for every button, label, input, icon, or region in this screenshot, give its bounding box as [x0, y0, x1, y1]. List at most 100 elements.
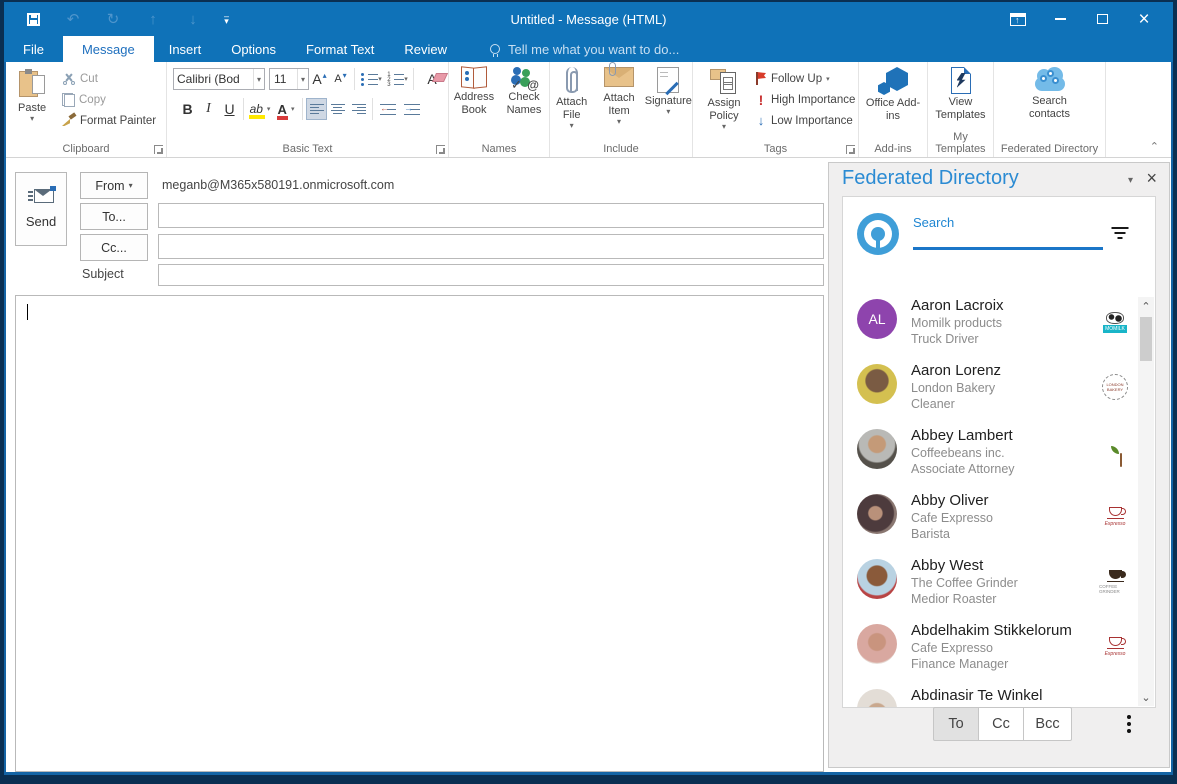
font-size-value: 11 — [270, 72, 286, 86]
clear-formatting-button[interactable]: A — [417, 68, 447, 90]
view-templates-button[interactable]: View Templates — [930, 62, 992, 136]
contact-job-title: Truck Driver — [911, 332, 979, 346]
tab-file[interactable]: File — [4, 36, 63, 62]
close-button[interactable]: × — [1123, 2, 1165, 36]
decrease-indent-button[interactable] — [376, 98, 400, 120]
scroll-down-icon[interactable]: ⌄ — [1138, 688, 1154, 706]
align-left-button[interactable] — [306, 98, 327, 120]
check-names-label: Check Names — [501, 91, 547, 117]
attach-file-button[interactable]: Attach File ▾ — [550, 62, 593, 136]
increase-indent-button[interactable] — [400, 98, 424, 120]
cc-button[interactable]: Cc... — [80, 234, 148, 261]
search-contacts-button[interactable]: Search contacts — [1015, 62, 1085, 136]
font-name-combo[interactable]: Calibri (Bod ▾ — [173, 68, 265, 90]
italic-button[interactable]: I — [198, 98, 219, 120]
ribbon-tab-row: File Message Insert Options Format Text … — [4, 36, 1173, 62]
follow-up-button[interactable]: Follow Up ▾ — [755, 68, 855, 89]
bullets-button[interactable]: ▾ — [358, 68, 384, 90]
contact-list-item[interactable]: Aaron Lorenz London Bakery Cleaner LONDO… — [843, 362, 1137, 427]
to-button[interactable]: To... — [80, 203, 148, 230]
attach-item-button[interactable]: Attach Item ▾ — [596, 62, 641, 136]
low-importance-button[interactable]: ↓ Low Importance — [755, 110, 855, 131]
tell-me-box[interactable]: Tell me what you want to do... — [490, 36, 679, 62]
tags-dialog-launcher[interactable] — [846, 145, 855, 154]
federated-directory-panel: Federated Directory ▾ × Search AL Aaron … — [828, 162, 1170, 768]
address-book-button[interactable]: Address Book — [451, 62, 497, 136]
contact-list-item[interactable]: Abdinasir Te Winkel › — [843, 687, 1137, 708]
font-color-button[interactable]: A▾ — [273, 98, 299, 120]
numbering-button[interactable]: 123▾ — [384, 68, 410, 90]
underline-button[interactable]: U — [219, 98, 240, 120]
scroll-up-icon[interactable]: ⌃ — [1138, 297, 1154, 315]
align-center-button[interactable] — [327, 98, 348, 120]
customize-qat-icon[interactable]: ‒▾ — [224, 14, 229, 24]
cc-input[interactable] — [158, 234, 824, 259]
collapse-ribbon-icon[interactable]: ⌃ — [1150, 140, 1159, 153]
send-button[interactable]: Send — [15, 172, 67, 246]
redo-icon[interactable]: ↻ — [104, 10, 122, 28]
grow-font-button[interactable]: A▴ — [309, 68, 330, 90]
contact-list-item[interactable]: Abbey Lambert Coffeebeans inc. Associate… — [843, 427, 1137, 492]
undo-icon[interactable]: ↶ — [64, 10, 82, 28]
clipboard-dialog-launcher[interactable] — [154, 145, 163, 154]
ribbon-display-options-button[interactable] — [997, 2, 1039, 36]
paste-button[interactable]: Paste ▾ — [18, 64, 46, 138]
contact-company: London Bakery — [911, 381, 995, 395]
message-body-editor[interactable] — [15, 295, 824, 772]
filter-icon[interactable] — [1111, 227, 1129, 239]
high-importance-button[interactable]: ! High Importance — [755, 89, 855, 110]
panel-menu-chevron-icon[interactable]: ▾ — [1128, 175, 1133, 186]
assign-policy-button[interactable]: Assign Policy ▾ — [701, 64, 747, 138]
to-segment-button[interactable]: To — [933, 707, 979, 741]
font-name-value: Calibri (Bod — [174, 72, 247, 86]
contact-list-scrollbar[interactable]: ⌃ ⌄ — [1138, 297, 1154, 706]
attach-item-label: Attach Item — [596, 92, 641, 118]
from-address-value: meganb@M365x580191.onmicrosoft.com — [162, 178, 394, 192]
to-input[interactable] — [158, 203, 824, 228]
align-right-button[interactable] — [348, 98, 369, 120]
signature-button[interactable]: Signature ▾ — [645, 62, 692, 136]
avatar — [857, 364, 897, 404]
momilk-cow-logo: MOMILK — [1099, 305, 1131, 339]
tags-group-label: Tags — [693, 143, 858, 155]
contact-list-item[interactable]: Abby West The Coffee Grinder Medior Roas… — [843, 557, 1137, 622]
check-names-button[interactable]: ✓@ Check Names — [501, 62, 547, 136]
basic-text-dialog-launcher[interactable] — [436, 145, 445, 154]
format-painter-button[interactable]: Format Painter — [62, 110, 156, 131]
shrink-font-button[interactable]: A▾ — [330, 68, 351, 90]
search-input[interactable] — [913, 247, 1103, 250]
copy-button[interactable]: Copy — [62, 89, 156, 110]
from-label: From — [95, 179, 124, 193]
previous-item-icon[interactable]: ↑ — [144, 10, 162, 28]
tab-message[interactable]: Message — [63, 36, 154, 62]
scrollbar-thumb[interactable] — [1140, 317, 1152, 361]
tab-format-text[interactable]: Format Text — [291, 36, 389, 62]
contact-list-item[interactable]: AL Aaron Lacroix Momilk products Truck D… — [843, 297, 1137, 362]
subject-input[interactable] — [158, 264, 824, 286]
next-item-icon[interactable]: ↓ — [184, 10, 202, 28]
panel-close-icon[interactable]: × — [1146, 169, 1157, 187]
tab-review[interactable]: Review — [389, 36, 462, 62]
maximize-button[interactable] — [1081, 2, 1123, 36]
more-options-kebab-icon[interactable] — [1127, 715, 1131, 736]
bold-button[interactable]: B — [177, 98, 198, 120]
tell-me-label: Tell me what you want to do... — [508, 42, 679, 57]
tab-options[interactable]: Options — [216, 36, 291, 62]
contact-list-item[interactable]: Abby Oliver Cafe Expresso Barista Expres… — [843, 492, 1137, 557]
highlight-color-button[interactable]: ab▾ — [247, 98, 273, 120]
contact-job-title: Associate Attorney — [911, 462, 1015, 476]
office-addins-button[interactable]: Office Add-ins — [863, 62, 923, 136]
minimize-button[interactable] — [1039, 2, 1081, 36]
subject-label: Subject — [82, 267, 124, 281]
contact-list-item[interactable]: Abdelhakim Stikkelorum Cafe Expresso Fin… — [843, 622, 1137, 687]
cut-button[interactable]: Cut — [62, 68, 156, 89]
cc-segment-button[interactable]: Cc — [978, 707, 1024, 741]
from-button[interactable]: From▾ — [80, 172, 148, 199]
avatar — [857, 559, 897, 599]
save-icon[interactable] — [24, 10, 42, 28]
font-size-combo[interactable]: 11 ▾ — [269, 68, 309, 90]
bcc-segment-button[interactable]: Bcc — [1023, 707, 1072, 741]
tab-insert[interactable]: Insert — [154, 36, 217, 62]
cut-label: Cut — [80, 73, 98, 85]
contact-job-title: Medior Roaster — [911, 592, 996, 606]
